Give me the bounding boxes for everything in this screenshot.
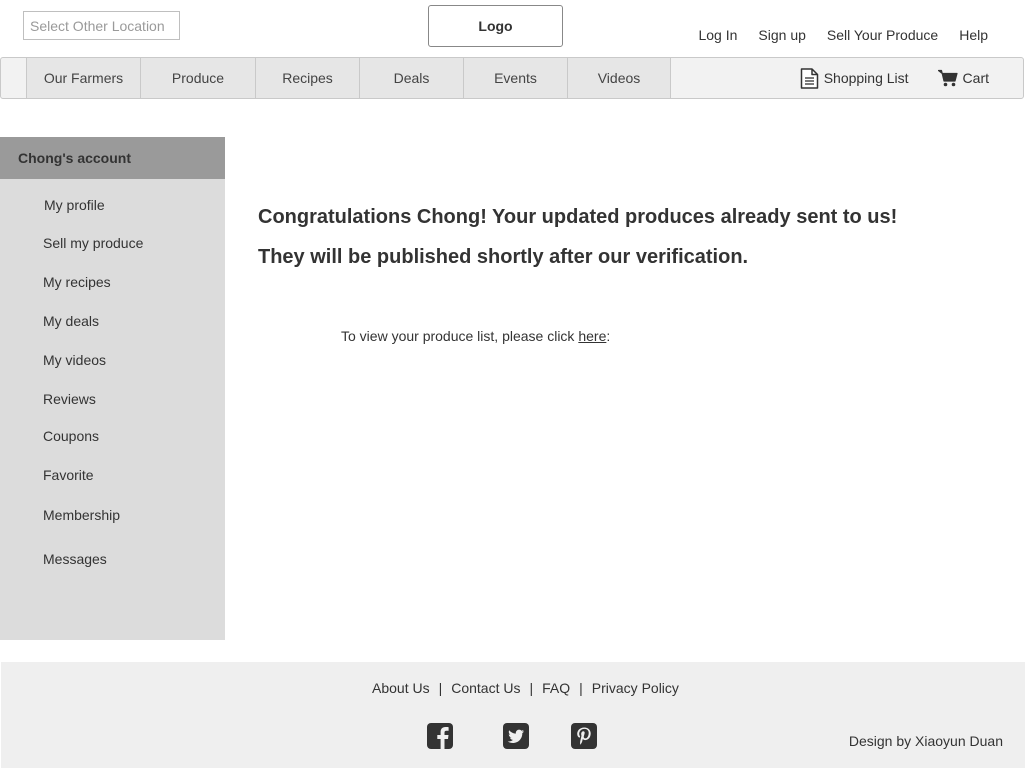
tab-events[interactable]: Events bbox=[463, 58, 567, 98]
tab-recipes[interactable]: Recipes bbox=[255, 58, 359, 98]
cart-button[interactable]: Cart bbox=[937, 69, 989, 87]
sidebar-item-my-videos[interactable]: My videos bbox=[43, 352, 106, 368]
tab-our-farmers[interactable]: Our Farmers bbox=[26, 58, 140, 98]
sidebar-title: Chong's account bbox=[0, 137, 225, 179]
nav-tabs: Our Farmers Produce Recipes Deals Events… bbox=[26, 58, 671, 98]
logo[interactable]: Logo bbox=[428, 5, 563, 47]
signup-link[interactable]: Sign up bbox=[758, 27, 805, 43]
document-icon bbox=[800, 67, 819, 89]
footer-separator: | bbox=[579, 680, 583, 696]
cart-label: Cart bbox=[962, 70, 989, 86]
main-nav: Our Farmers Produce Recipes Deals Events… bbox=[0, 57, 1024, 99]
sidebar-item-messages[interactable]: Messages bbox=[43, 551, 107, 567]
sidebar-item-reviews[interactable]: Reviews bbox=[43, 391, 96, 407]
nav-tools: Shopping List Cart bbox=[800, 58, 989, 98]
tab-deals[interactable]: Deals bbox=[359, 58, 463, 98]
login-link[interactable]: Log In bbox=[698, 27, 737, 43]
verification-message: They will be published shortly after our… bbox=[258, 246, 749, 268]
footer-separator: | bbox=[438, 680, 443, 696]
sidebar-item-sell-my-produce[interactable]: Sell my produce bbox=[43, 235, 143, 251]
privacy-policy-link[interactable]: Privacy Policy bbox=[592, 680, 679, 696]
shopping-cart-icon bbox=[937, 69, 958, 87]
location-select-input[interactable] bbox=[23, 11, 180, 40]
confirmation-message: Congratulations Chong! Your updated prod… bbox=[258, 206, 898, 228]
footer: About Us | Contact Us | FAQ | Privacy Po… bbox=[1, 662, 1025, 768]
help-link[interactable]: Help bbox=[959, 27, 988, 43]
shopping-list-button[interactable]: Shopping List bbox=[800, 67, 909, 89]
footer-links: About Us | Contact Us | FAQ | Privacy Po… bbox=[372, 680, 679, 696]
about-us-link[interactable]: About Us bbox=[372, 680, 430, 696]
account-sidebar: Chong's account My profile Sell my produ… bbox=[0, 137, 225, 640]
produce-list-link[interactable]: here bbox=[578, 328, 606, 344]
shopping-list-label: Shopping List bbox=[823, 70, 909, 86]
sell-your-produce-link[interactable]: Sell Your Produce bbox=[827, 27, 938, 43]
footer-separator: | bbox=[529, 680, 534, 696]
sidebar-item-my-recipes[interactable]: My recipes bbox=[43, 274, 111, 290]
tab-produce[interactable]: Produce bbox=[140, 58, 255, 98]
view-produce-colon: : bbox=[606, 328, 611, 344]
sidebar-item-membership[interactable]: Membership bbox=[43, 507, 120, 523]
sidebar-item-my-profile[interactable]: My profile bbox=[44, 197, 105, 213]
faq-link[interactable]: FAQ bbox=[542, 680, 570, 696]
view-produce-line: To view your produce list, please click … bbox=[341, 328, 610, 344]
design-credit: Design by Xiaoyun Duan bbox=[848, 733, 1003, 749]
facebook-icon[interactable] bbox=[427, 723, 453, 749]
tab-videos[interactable]: Videos bbox=[567, 58, 671, 98]
pinterest-icon[interactable] bbox=[571, 723, 597, 749]
sidebar-item-my-deals[interactable]: My deals bbox=[43, 313, 99, 329]
view-produce-text: To view your produce list, please click bbox=[341, 328, 579, 344]
top-links: Log In Sign up Sell Your Produce Help bbox=[698, 27, 988, 43]
sidebar-item-coupons[interactable]: Coupons bbox=[43, 428, 99, 444]
twitter-icon[interactable] bbox=[503, 723, 529, 749]
contact-us-link[interactable]: Contact Us bbox=[451, 680, 520, 696]
sidebar-item-favorite[interactable]: Favorite bbox=[43, 467, 94, 483]
